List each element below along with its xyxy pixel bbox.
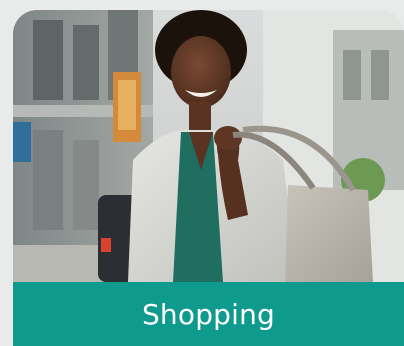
shopping-photo: [13, 10, 404, 282]
tile-caption-bar: Shopping: [13, 282, 404, 346]
shopping-category-tile[interactable]: Shopping: [13, 10, 404, 346]
tile-label: Shopping: [141, 297, 276, 331]
